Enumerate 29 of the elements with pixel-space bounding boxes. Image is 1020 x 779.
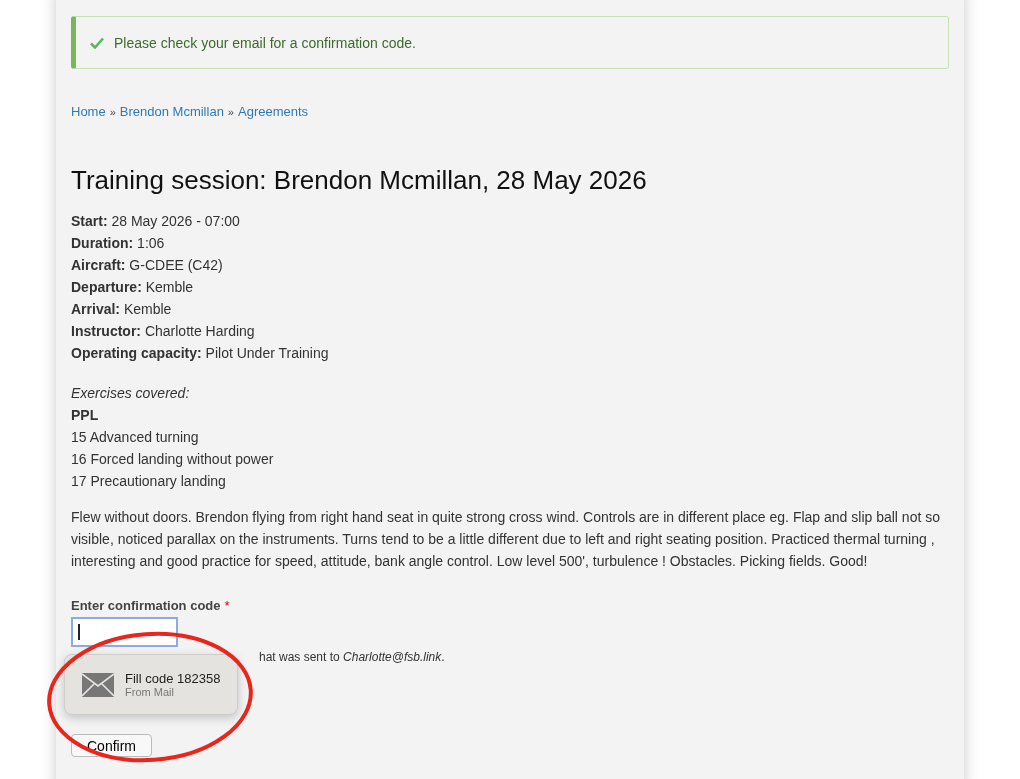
autofill-title: Fill code 182358	[125, 671, 221, 686]
breadcrumb-link[interactable]: Brendon Mcmillan	[119, 104, 224, 119]
detail-line: Aircraft: G-CDEE (C42)	[71, 256, 224, 275]
breadcrumb-link[interactable]: Agreements	[238, 104, 309, 119]
exercises-heading: Exercises covered:	[71, 384, 191, 403]
detail-line: Operating capacity: Pilot Under Training	[71, 344, 330, 363]
detail-line: Departure: Kemble	[71, 278, 195, 297]
field-hint: hat was sent to Charlotte@fsb.link.	[259, 650, 445, 664]
breadcrumb-separator: »	[109, 106, 116, 118]
detail-line: Instructor: Charlotte Harding	[71, 322, 256, 341]
autofill-popup[interactable]: Fill code 182358 From Mail	[64, 654, 238, 715]
breadcrumb-link[interactable]: Home	[71, 104, 106, 119]
notes-paragraph: Flew without doors. Brendon flying from right hand seat in quite strong cross wind. Controls are in different place eg. Flap and slip ball not so visible, noticed parallax on the instruments. Turns tend to be a little different due to left and right seating position. Practiced thermal turning , interesting and good practice for speed, attitude, bank angle control. Low level 500', turbulence ! Obstacles. Picking fields. Good!	[71, 508, 941, 571]
confirm-button[interactable]: Confirm	[71, 734, 152, 757]
exercise-item: 15 Advanced turning	[71, 428, 200, 447]
detail-line: Duration: 1:06	[71, 234, 166, 253]
page-title: Training session: Brendon Mcmillan, 28 May 2026	[71, 165, 648, 196]
breadcrumb-separator: »	[227, 106, 234, 118]
syllabus-name: PPL	[71, 406, 100, 425]
exercise-item: 16 Forced landing without power	[71, 450, 275, 469]
alert-message: Please check your email for a confirmation code.	[114, 34, 416, 51]
exercise-item: 17 Precautionary landing	[71, 472, 227, 491]
required-mark: *	[224, 598, 230, 613]
field-label: Enter confirmation code	[71, 598, 221, 613]
detail-line: Arrival: Kemble	[71, 300, 173, 319]
detail-line: Start: 28 May 2026 - 07:00	[71, 212, 241, 231]
autofill-source: From Mail	[125, 686, 175, 698]
envelope-icon	[82, 672, 114, 697]
checkmark-icon	[90, 36, 104, 49]
